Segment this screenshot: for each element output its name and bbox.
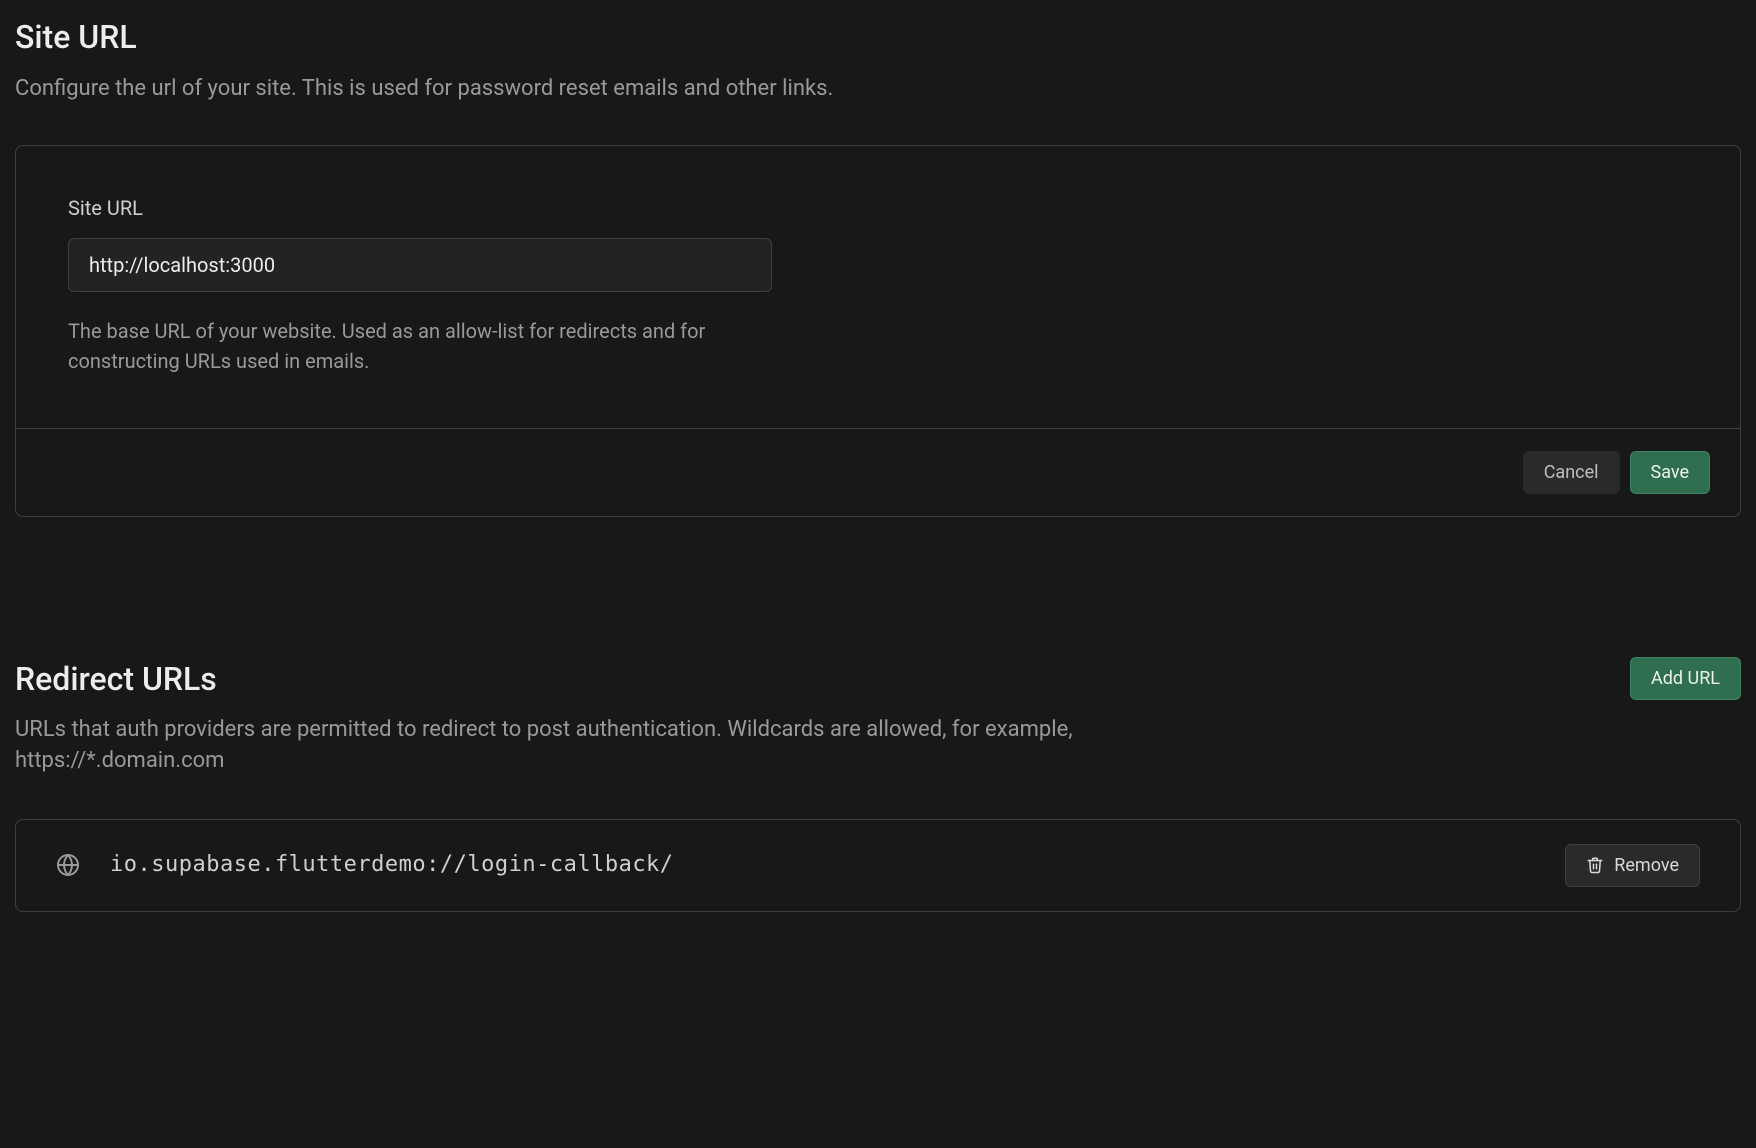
site-url-title: Site URL [15,15,1741,60]
site-url-input[interactable] [68,238,772,292]
site-url-field-label: Site URL [68,194,1688,222]
site-url-description: Configure the url of your site. This is … [15,74,1741,105]
site-url-section: Site URL Configure the url of your site.… [15,15,1741,517]
redirect-url-text: io.supabase.flutterdemo://login-callback… [110,850,1535,881]
globe-icon [56,853,80,877]
save-button[interactable]: Save [1630,451,1711,494]
trash-icon [1586,856,1604,874]
site-url-panel: Site URL The base URL of your website. U… [15,145,1741,517]
cancel-button[interactable]: Cancel [1523,451,1620,494]
redirect-urls-description: URLs that auth providers are permitted t… [15,715,1115,777]
site-url-help-text: The base URL of your website. Used as an… [68,316,778,376]
redirect-header: Redirect URLs URLs that auth providers a… [15,657,1741,777]
redirect-urls-title: Redirect URLs [15,657,1115,702]
site-url-panel-footer: Cancel Save [16,428,1740,516]
redirect-url-list: io.supabase.flutterdemo://login-callback… [15,819,1741,912]
site-url-panel-body: Site URL The base URL of your website. U… [16,146,1740,428]
add-url-button[interactable]: Add URL [1630,657,1741,700]
redirect-urls-section: Redirect URLs URLs that auth providers a… [15,657,1741,912]
remove-url-label: Remove [1614,855,1679,876]
redirect-url-row: io.supabase.flutterdemo://login-callback… [16,820,1740,911]
remove-url-button[interactable]: Remove [1565,844,1700,887]
